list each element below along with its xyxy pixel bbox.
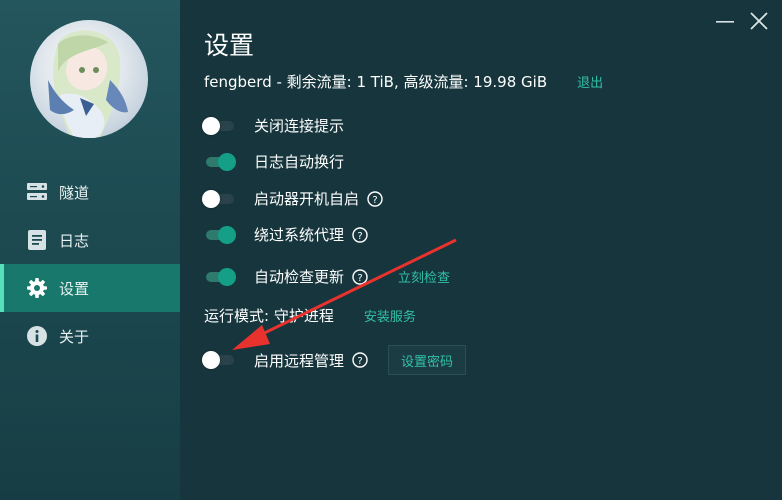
account-row: fengberd - 剩余流量: 1 TiB, 高级流量: 19.98 GiB … <box>204 71 603 92</box>
sidebar-item-label: 日志 <box>59 231 90 250</box>
toggle-connection-notice[interactable] <box>202 116 236 135</box>
gear-icon <box>26 277 48 299</box>
set-password-button[interactable]: 设置密码 <box>388 345 467 375</box>
svg-text:?: ? <box>357 230 362 241</box>
option-autostart: 启动器开机自启 ? <box>202 188 383 209</box>
svg-text:?: ? <box>372 194 377 205</box>
sidebar-item-label: 设置 <box>59 279 90 298</box>
sidebar: 隧道 日志 设置 关于 <box>0 0 180 500</box>
option-label: 启用远程管理 <box>254 351 345 370</box>
option-label: 日志自动换行 <box>254 153 345 171</box>
help-icon[interactable]: ? <box>352 268 368 285</box>
option-label: 关闭连接提示 <box>254 117 345 135</box>
option-auto-update: 自动检查更新 ? 立刻检查 <box>202 266 450 287</box>
sidebar-item-label: 关于 <box>59 327 90 346</box>
option-bypass-proxy: 绕过系统代理 ? <box>202 224 368 245</box>
option-connection-notice: 关闭连接提示 <box>202 115 344 136</box>
help-icon[interactable]: ? <box>367 190 383 207</box>
sidebar-item-label: 隧道 <box>59 183 90 202</box>
help-icon[interactable]: ? <box>352 352 368 368</box>
option-label: 启动器开机自启 <box>254 190 360 208</box>
run-mode-label: 运行模式: 守护进程 <box>204 307 334 325</box>
install-service-link[interactable]: 安装服务 <box>364 306 416 325</box>
close-icon <box>750 12 768 30</box>
minimize-icon <box>716 21 734 23</box>
help-icon[interactable]: ? <box>352 226 368 243</box>
option-log-wrap: 日志自动换行 <box>202 151 344 172</box>
avatar-illustration <box>48 30 128 138</box>
sidebar-nav: 隧道 日志 设置 关于 <box>0 168 180 360</box>
svg-text:?: ? <box>357 356 362 367</box>
sidebar-item-tunnels[interactable]: 隧道 <box>0 168 180 216</box>
document-icon <box>26 229 48 251</box>
sidebar-item-settings[interactable]: 设置 <box>0 264 180 312</box>
close-button[interactable] <box>746 8 772 34</box>
server-icon <box>26 181 48 203</box>
toggle-log-wrap[interactable] <box>202 152 236 171</box>
run-mode-row: 运行模式: 守护进程 安装服务 <box>204 305 416 326</box>
sidebar-item-about[interactable]: 关于 <box>0 312 180 360</box>
toggle-autostart[interactable] <box>202 189 236 208</box>
option-label: 绕过系统代理 <box>254 226 345 244</box>
minimize-button[interactable] <box>712 8 738 34</box>
toggle-auto-update[interactable] <box>202 267 236 286</box>
settings-panel: 设置 fengberd - 剩余流量: 1 TiB, 高级流量: 19.98 G… <box>180 0 782 500</box>
info-icon <box>26 325 48 347</box>
user-avatar <box>30 20 148 138</box>
logout-link[interactable]: 退出 <box>577 72 603 91</box>
svg-text:?: ? <box>357 272 362 283</box>
toggle-remote-management[interactable] <box>202 351 236 369</box>
toggle-bypass-proxy[interactable] <box>202 225 236 244</box>
page-title: 设置 <box>204 31 255 60</box>
option-remote-management: 启用远程管理 ? 设置密码 <box>202 345 467 375</box>
check-now-link[interactable]: 立刻检查 <box>398 267 450 286</box>
account-info: fengberd - 剩余流量: 1 TiB, 高级流量: 19.98 GiB <box>204 73 548 91</box>
option-label: 自动检查更新 <box>254 268 345 286</box>
sidebar-item-logs[interactable]: 日志 <box>0 216 180 264</box>
